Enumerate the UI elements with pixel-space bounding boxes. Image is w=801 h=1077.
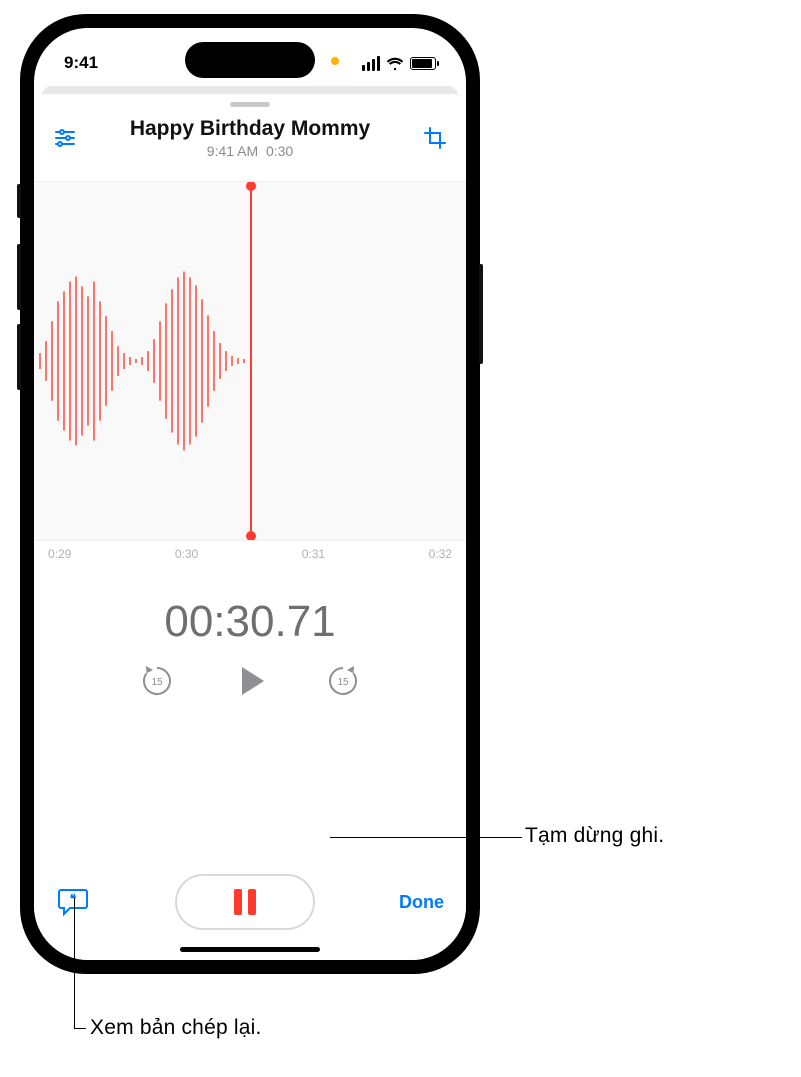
callout-pause: Tạm dừng ghi. (525, 824, 664, 848)
pause-record-button[interactable] (175, 874, 315, 930)
svg-text:15: 15 (151, 677, 163, 688)
ruler-tick: 0:29 (48, 547, 71, 561)
battery-icon (410, 57, 436, 70)
svg-text:15: 15 (337, 677, 349, 688)
phone-side-button (479, 264, 483, 364)
recording-subtitle: 9:41 AM 0:30 (78, 143, 422, 159)
pause-icon (234, 889, 256, 915)
status-time: 9:41 (64, 53, 98, 73)
recording-title[interactable]: Happy Birthday Mommy (78, 117, 422, 141)
status-indicators (362, 54, 436, 72)
phone-side-button (17, 244, 21, 310)
transcript-button[interactable]: ❝ (56, 885, 90, 919)
skip-back-15-button[interactable]: 15 (140, 664, 174, 703)
callout-leader (74, 1028, 86, 1029)
play-button[interactable] (230, 661, 270, 706)
callout-leader (330, 837, 522, 838)
elapsed-time: 00:30.71 (34, 597, 466, 647)
phone-frame: 9:41 Happ (20, 14, 480, 974)
recorder-sheet: Happy Birthday Mommy 9:41 AM 0:30 (34, 94, 466, 960)
waveform-timeline[interactable] (34, 181, 466, 541)
callout-leader (74, 898, 75, 1028)
skip-forward-15-button[interactable]: 15 (326, 664, 360, 703)
ruler-tick: 0:31 (302, 547, 325, 561)
phone-side-button (17, 324, 21, 390)
recording-duration: 0:30 (266, 143, 293, 159)
dynamic-island (185, 42, 315, 78)
ruler-tick: 0:32 (429, 547, 452, 561)
phone-screen: 9:41 Happ (34, 28, 466, 960)
cellular-icon (362, 56, 380, 71)
playhead[interactable] (250, 186, 252, 536)
trim-button[interactable] (422, 125, 448, 151)
time-ruler: 0:29 0:30 0:31 0:32 (34, 541, 466, 561)
home-indicator[interactable] (180, 947, 320, 952)
recording-time: 9:41 AM (207, 143, 258, 159)
wifi-icon (386, 54, 404, 72)
callout-transcript: Xem bản chép lại. (90, 1016, 262, 1040)
options-button[interactable] (52, 125, 78, 151)
ruler-tick: 0:30 (175, 547, 198, 561)
phone-side-button (17, 184, 21, 218)
done-button[interactable]: Done (399, 892, 444, 913)
